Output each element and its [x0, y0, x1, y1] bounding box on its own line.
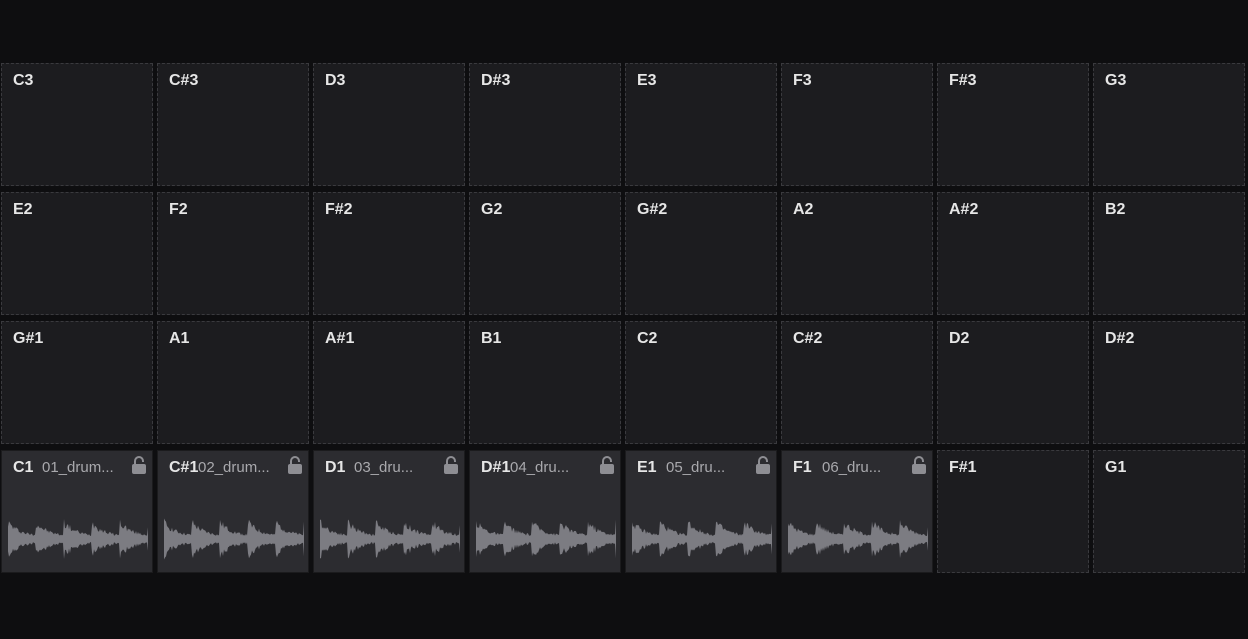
pad-note-label: A#1 — [325, 330, 355, 347]
drum-pad-d1[interactable]: D1 03_dru... — [313, 450, 465, 573]
drum-pad-b1[interactable]: B1 — [469, 321, 621, 444]
pad-note-label: A1 — [169, 330, 190, 347]
pad-note-label: D3 — [325, 72, 346, 89]
unlock-icon[interactable] — [131, 456, 147, 474]
pad-note-label: C#1 — [169, 459, 199, 476]
pad-note-label: C2 — [637, 330, 658, 347]
drum-pad-e3[interactable]: E3 — [625, 63, 777, 186]
drum-pad-g1[interactable]: G1 — [1093, 450, 1245, 573]
pad-note-label: D1 — [325, 459, 346, 476]
pad-sample-name: 05_dru... — [666, 459, 726, 476]
drum-pad-f3[interactable]: F3 — [781, 63, 933, 186]
drum-pad-d2[interactable]: D2 — [937, 321, 1089, 444]
pad-note-label: C#3 — [169, 72, 199, 89]
pad-sample-name: 04_dru... — [510, 459, 570, 476]
unlock-icon[interactable] — [287, 456, 303, 474]
drum-pad-c-sharp1[interactable]: C#1 02_drum... — [157, 450, 309, 573]
drum-pad-a2[interactable]: A2 — [781, 192, 933, 315]
pad-note-label: G1 — [1105, 459, 1127, 476]
pad-note-label: F2 — [169, 201, 188, 218]
drum-pad-f-sharp1[interactable]: F#1 — [937, 450, 1089, 573]
pad-note-label: A#2 — [949, 201, 979, 218]
waveform-preview — [320, 519, 460, 559]
pad-note-label: G#1 — [13, 330, 44, 347]
drum-pad-d-sharp1[interactable]: D#1 04_dru... — [469, 450, 621, 573]
drum-pad-c-sharp3[interactable]: C#3 — [157, 63, 309, 186]
drum-pad-f-sharp3[interactable]: F#3 — [937, 63, 1089, 186]
pad-note-label: F#3 — [949, 72, 977, 89]
drum-pad-g2[interactable]: G2 — [469, 192, 621, 315]
drum-pad-d3[interactable]: D3 — [313, 63, 465, 186]
pad-sample-name: 01_drum... — [42, 459, 114, 476]
drum-pad-a1[interactable]: A1 — [157, 321, 309, 444]
drum-pad-e2[interactable]: E2 — [1, 192, 153, 315]
pad-note-label: D#2 — [1105, 330, 1135, 347]
drum-pad-a-sharp1[interactable]: A#1 — [313, 321, 465, 444]
drum-pad-b2[interactable]: B2 — [1093, 192, 1245, 315]
waveform-preview — [632, 521, 772, 557]
drum-pad-g-sharp2[interactable]: G#2 — [625, 192, 777, 315]
drum-pad-g3[interactable]: G3 — [1093, 63, 1245, 186]
drum-pad-c2[interactable]: C2 — [625, 321, 777, 444]
unlock-icon[interactable] — [599, 456, 615, 474]
drum-pad-a-sharp2[interactable]: A#2 — [937, 192, 1089, 315]
pad-note-label: E1 — [637, 459, 657, 476]
pad-sample-name: 03_dru... — [354, 459, 414, 476]
waveform-preview — [788, 520, 928, 558]
pad-note-label: D#3 — [481, 72, 511, 89]
waveform-preview — [164, 518, 304, 560]
pad-note-label: D2 — [949, 330, 970, 347]
pad-note-label: F3 — [793, 72, 812, 89]
pad-note-label: F1 — [793, 459, 812, 476]
unlock-icon[interactable] — [443, 456, 459, 474]
pad-sample-name: 02_drum... — [198, 459, 270, 476]
pad-note-label: C#2 — [793, 330, 823, 347]
waveform-preview — [476, 519, 616, 559]
drum-pad-e1[interactable]: E1 05_dru... — [625, 450, 777, 573]
pad-note-label: D#1 — [481, 459, 511, 476]
pad-sample-name: 06_dru... — [822, 459, 882, 476]
drum-pad-c3[interactable]: C3 — [1, 63, 153, 186]
unlock-icon[interactable] — [755, 456, 771, 474]
pad-note-label: E2 — [13, 201, 33, 218]
drum-pad-f2[interactable]: F2 — [157, 192, 309, 315]
drum-pad-c-sharp2[interactable]: C#2 — [781, 321, 933, 444]
drum-pad-grid: C3 C#3 D3 D#3 E3 F3 F#3 G3 E2 F2 F#2 G2 G#2 A2 A#2 B2 G#… — [1, 63, 1247, 574]
pad-note-label: G2 — [481, 201, 503, 218]
drum-pad-d-sharp2[interactable]: D#2 — [1093, 321, 1245, 444]
pad-note-label: B2 — [1105, 201, 1126, 218]
drum-pad-f1[interactable]: F1 06_dru... — [781, 450, 933, 573]
drum-pad-d-sharp3[interactable]: D#3 — [469, 63, 621, 186]
drum-pad-g-sharp1[interactable]: G#1 — [1, 321, 153, 444]
waveform-preview — [8, 519, 148, 559]
drum-pad-f-sharp2[interactable]: F#2 — [313, 192, 465, 315]
pad-note-label: G3 — [1105, 72, 1127, 89]
pad-note-label: F#1 — [949, 459, 977, 476]
pad-note-label: B1 — [481, 330, 502, 347]
pad-note-label: A2 — [793, 201, 814, 218]
pad-note-label: G#2 — [637, 201, 668, 218]
drum-pad-c1[interactable]: C1 01_drum... — [1, 450, 153, 573]
pad-note-label: C1 — [13, 459, 34, 476]
pad-note-label: E3 — [637, 72, 657, 89]
unlock-icon[interactable] — [911, 456, 927, 474]
pad-note-label: C3 — [13, 72, 34, 89]
pad-note-label: F#2 — [325, 201, 353, 218]
